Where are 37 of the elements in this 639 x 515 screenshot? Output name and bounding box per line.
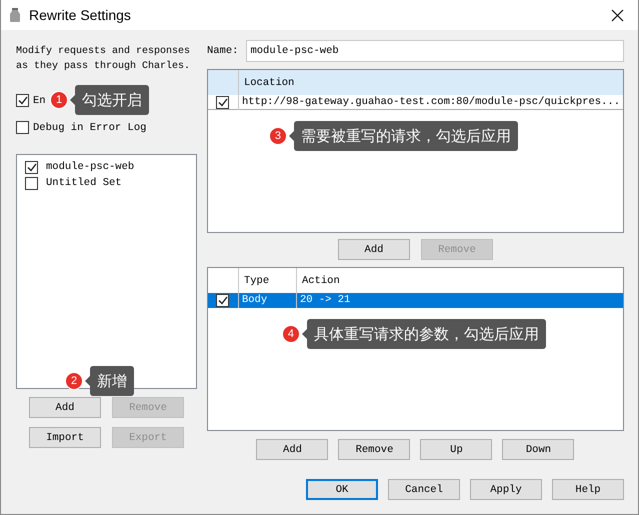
button[interactable]: Apply — [470, 479, 542, 500]
number-badge: 1 — [50, 91, 68, 109]
checkbox[interactable] — [16, 94, 29, 107]
annotation-tooltip: 新增 — [90, 366, 134, 396]
table-cell: Body — [238, 293, 296, 308]
button[interactable]: Remove — [338, 439, 410, 460]
checkbox[interactable] — [16, 121, 29, 134]
list-item[interactable]: module-psc-web — [46, 161, 134, 173]
button[interactable]: Up — [420, 439, 492, 460]
table-row[interactable]: Body 20 -> 21 — [208, 293, 623, 308]
button[interactable]: Down — [502, 439, 574, 460]
window-title: Rewrite Settings — [29, 7, 131, 23]
checkbox[interactable] — [25, 176, 38, 190]
checkbox-label: En — [33, 94, 46, 106]
annotation-tooltip: 具体重写请求的参数，勾选后应用 — [306, 319, 546, 349]
close-icon[interactable] — [611, 8, 624, 22]
annotation-tooltip: 勾选开启 — [75, 85, 149, 115]
checkbox[interactable] — [216, 294, 230, 307]
button[interactable]: Add — [338, 239, 410, 260]
table-cell: 20 -> 21 — [296, 293, 623, 308]
button[interactable]: Help — [552, 479, 624, 500]
button[interactable]: Add — [256, 439, 328, 460]
checkbox[interactable] — [25, 160, 38, 174]
list-item[interactable]: Untitled Set — [46, 177, 122, 189]
button[interactable]: Add — [28, 397, 101, 418]
number-badge: 4 — [282, 325, 300, 343]
name-field[interactable]: module-psc-web — [246, 40, 624, 62]
number-badge: 3 — [268, 127, 287, 145]
button[interactable]: OK — [306, 479, 378, 500]
checkbox-label: Debug in Error Log — [33, 122, 146, 134]
button[interactable]: Cancel — [388, 479, 460, 500]
name-label: Name: — [206, 45, 238, 57]
checkbox[interactable] — [216, 96, 230, 108]
annotation-tooltip: 需要被重写的请求，勾选后应用 — [294, 121, 518, 151]
description: Modify requests and responses as they pass through Charles. — [16, 44, 192, 74]
app-icon — [9, 7, 21, 23]
button[interactable]: Import — [28, 427, 101, 448]
